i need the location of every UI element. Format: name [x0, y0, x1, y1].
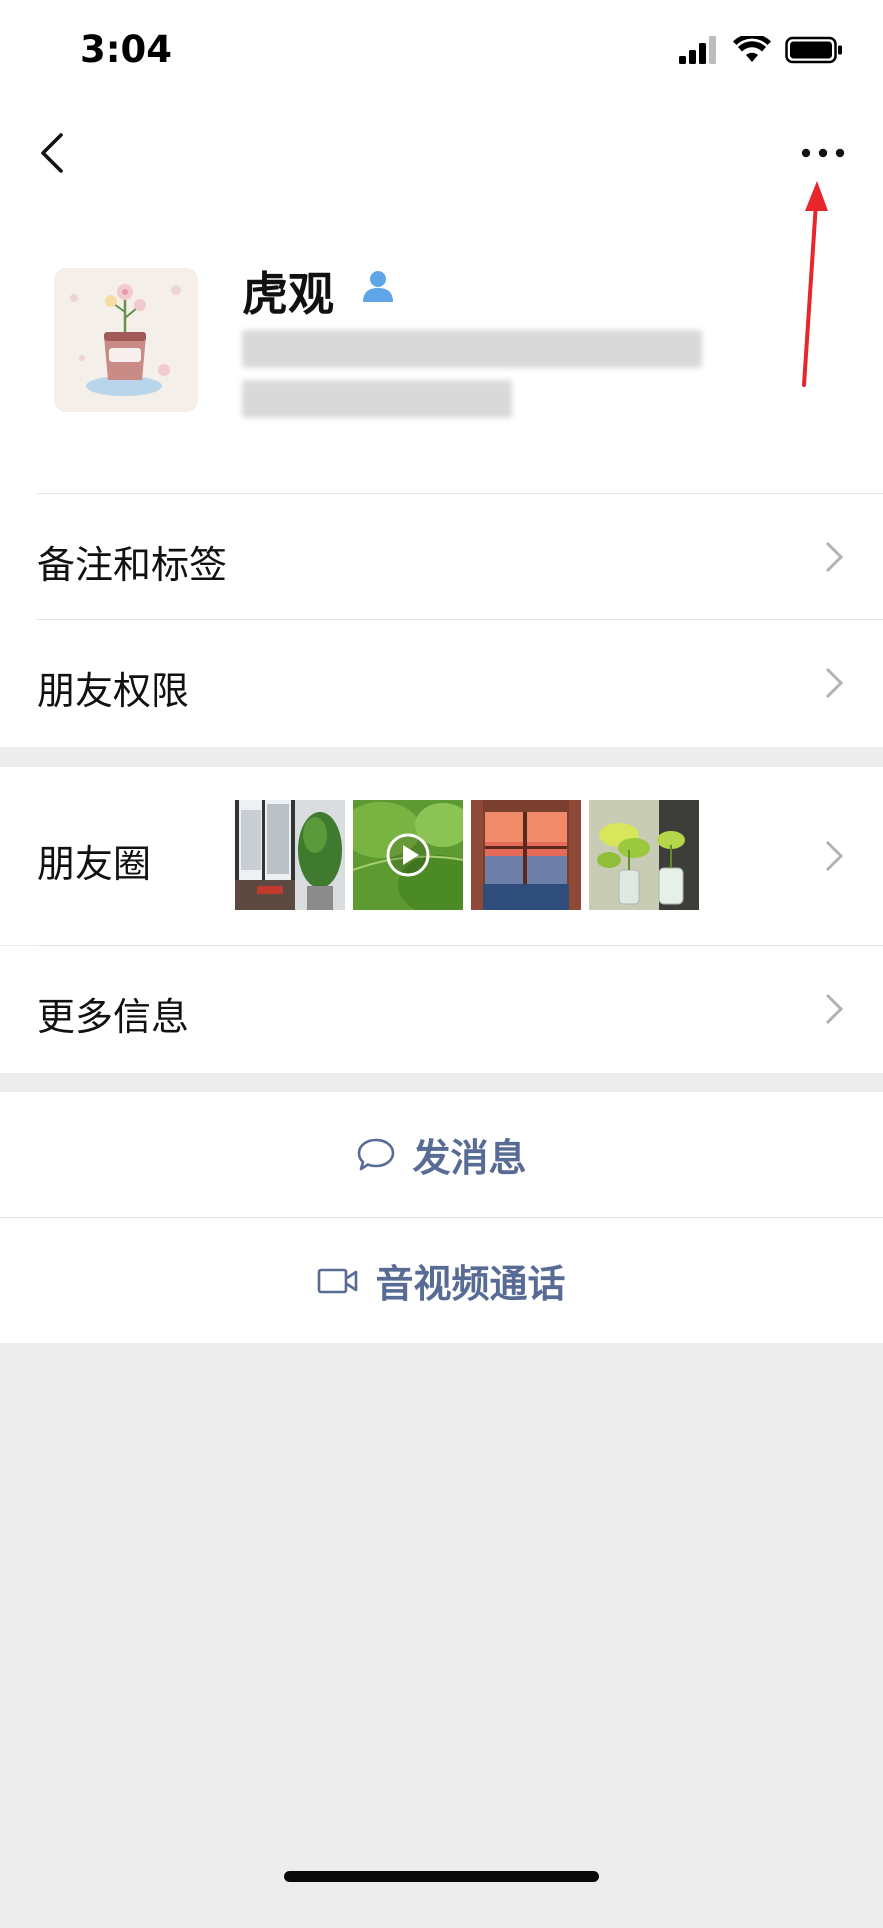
- moments-thumb: [235, 800, 345, 910]
- moments-photo-room: [235, 800, 345, 910]
- moments-photo-window: [471, 800, 581, 910]
- moments-photo-plants: [589, 800, 699, 910]
- more-button[interactable]: [793, 128, 853, 178]
- more-dots-icon: [801, 148, 845, 158]
- wifi-icon: [733, 36, 771, 62]
- moments-label: 朋友圈: [37, 842, 152, 886]
- moments-thumbnails: [235, 800, 699, 910]
- nav-bar: [0, 110, 883, 190]
- remark-tags-label: 备注和标签: [37, 543, 228, 587]
- moments-thumb: [471, 800, 581, 910]
- status-icons: [679, 32, 843, 68]
- more-info-row[interactable]: 更多信息: [0, 946, 883, 1073]
- friend-permissions-row[interactable]: 朋友权限: [0, 620, 883, 747]
- moments-thumb-video: [353, 800, 463, 910]
- moments-row[interactable]: 朋友圈: [0, 767, 883, 945]
- remark-tags-row[interactable]: 备注和标签: [0, 494, 883, 619]
- battery-icon: [785, 36, 842, 64]
- chevron-right-icon: [825, 840, 844, 872]
- moments-thumb: [589, 800, 699, 910]
- wechat-id-blurred: [242, 330, 702, 368]
- more-info-label: 更多信息: [37, 995, 190, 1039]
- friend-permissions-label: 朋友权限: [37, 669, 190, 713]
- region-blurred: [242, 380, 512, 418]
- video-call-label: 音视频通话: [375, 1262, 566, 1306]
- moments-photo-leaves: [353, 800, 463, 910]
- profile-name: 虎观: [242, 267, 334, 321]
- video-call-button[interactable]: 音视频通话: [0, 1218, 883, 1343]
- back-arrow-icon: [41, 133, 63, 173]
- chevron-right-icon: [825, 667, 844, 699]
- chevron-right-icon: [825, 541, 844, 573]
- home-indicator[interactable]: [284, 1871, 599, 1882]
- profile-header: 虎观: [0, 240, 883, 480]
- send-message-button[interactable]: 发消息: [0, 1092, 883, 1217]
- gender-male-icon: [363, 271, 393, 302]
- video-camera-icon: [318, 1268, 358, 1293]
- avatar-image: [54, 268, 198, 412]
- back-button[interactable]: [30, 128, 74, 178]
- status-bar: 3:04: [0, 0, 883, 100]
- send-message-label: 发消息: [412, 1136, 527, 1180]
- signal-icon: [679, 36, 716, 64]
- status-time: 3:04: [80, 28, 173, 71]
- chat-bubble-icon: [358, 1138, 395, 1170]
- chevron-right-icon: [825, 993, 844, 1025]
- avatar[interactable]: [54, 268, 198, 412]
